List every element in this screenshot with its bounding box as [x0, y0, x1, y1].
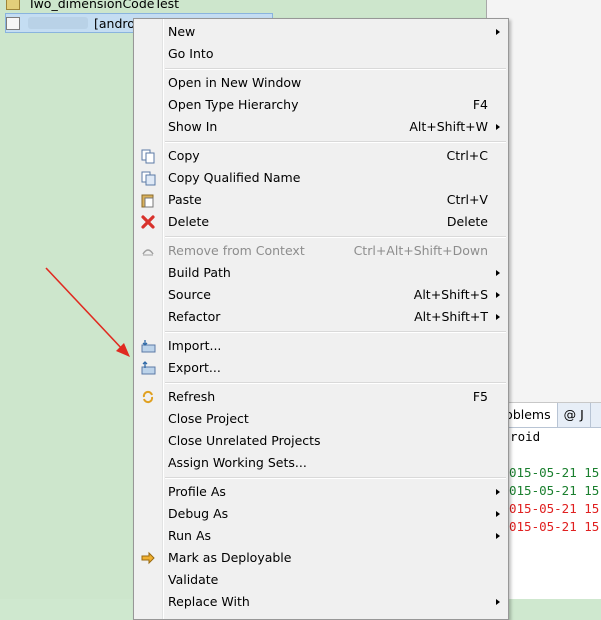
annotation-arrow	[45, 267, 130, 357]
annotation-arrow-line	[45, 267, 125, 352]
submenu-arrow-icon	[496, 599, 500, 605]
